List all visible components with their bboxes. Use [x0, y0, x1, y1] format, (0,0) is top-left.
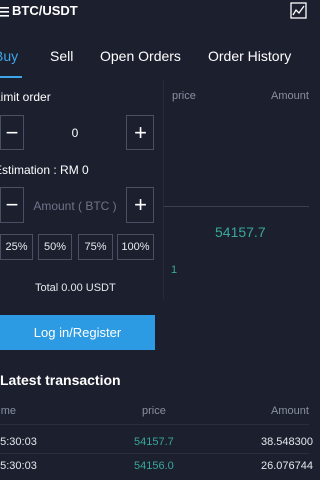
- tab-sell[interactable]: Sell: [50, 48, 73, 64]
- tx-time: 15:30:03: [0, 436, 37, 448]
- total-label: Total 0.00 USDT: [35, 282, 116, 294]
- price-header: price: [142, 405, 166, 417]
- order-type-label[interactable]: Limit order: [0, 90, 51, 104]
- active-tab-indicator: [0, 76, 22, 78]
- tx-price: 54156.0: [134, 460, 174, 472]
- tab-order-history[interactable]: Order History: [208, 48, 291, 64]
- percent-25-button[interactable]: 25%: [0, 234, 33, 260]
- trade-tabs: Buy Sell Open Orders Order History: [0, 38, 309, 78]
- orderbook-amount-header: Amount: [271, 90, 309, 102]
- percent-75-button[interactable]: 75%: [78, 234, 113, 260]
- column-divider: [163, 80, 164, 300]
- amount-increase-button[interactable]: +: [127, 187, 154, 223]
- login-register-button[interactable]: Log in/Register: [0, 315, 155, 350]
- tx-amount: 26.076744: [261, 460, 313, 472]
- amount-decrease-button[interactable]: −: [0, 187, 24, 223]
- time-header: Time: [0, 405, 17, 417]
- tx-amount: 38.548300: [261, 436, 313, 448]
- tab-open-orders[interactable]: Open Orders: [100, 48, 181, 64]
- row-divider: [0, 424, 309, 425]
- percent-50-button[interactable]: 50%: [38, 234, 72, 260]
- price-input[interactable]: 0: [24, 126, 126, 140]
- latest-transaction-title: Latest transaction: [0, 372, 121, 388]
- pair-title[interactable]: BTC/USDT: [12, 3, 78, 18]
- tx-time: 15:30:03: [0, 460, 37, 472]
- menu-icon[interactable]: [0, 5, 11, 19]
- price-decrease-button[interactable]: −: [0, 115, 24, 150]
- percent-100-button[interactable]: 100%: [117, 234, 154, 260]
- price-increase-button[interactable]: +: [127, 115, 154, 150]
- orderbook-divider: [164, 206, 309, 207]
- estimation-label: Estimation : RM 0: [0, 163, 89, 177]
- tab-buy[interactable]: Buy: [0, 48, 18, 64]
- header: BTC/USDT: [0, 0, 309, 26]
- orderbook-price-header: price: [172, 90, 196, 102]
- amount-header: Amount: [271, 405, 309, 417]
- last-price: 54157.7: [215, 224, 266, 240]
- depth-value[interactable]: 1: [171, 264, 177, 276]
- chart-icon[interactable]: [290, 2, 307, 19]
- amount-input[interactable]: Amount ( BTC ): [24, 199, 126, 213]
- row-divider: [0, 453, 309, 454]
- tx-price: 54157.7: [134, 436, 174, 448]
